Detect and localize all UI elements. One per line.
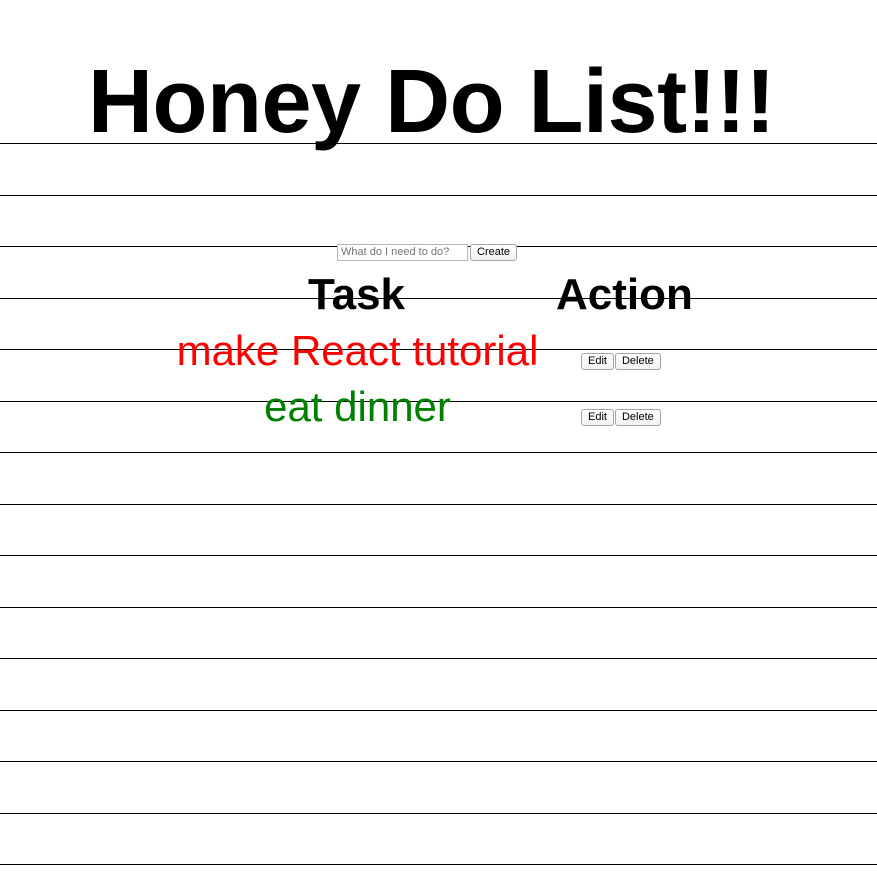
ruled-line xyxy=(0,607,877,608)
action-column-header: Action xyxy=(556,270,693,319)
edit-button[interactable]: Edit xyxy=(581,409,614,426)
ruled-line xyxy=(0,710,877,711)
ruled-line xyxy=(0,555,877,556)
ruled-line xyxy=(0,504,877,505)
ruled-line xyxy=(0,864,877,865)
task-column-header: Task xyxy=(308,270,406,319)
task-input[interactable] xyxy=(337,243,468,261)
edit-button[interactable]: Edit xyxy=(581,353,614,370)
row-actions: Edit Delete xyxy=(581,353,662,370)
task-row: make React tutorial Edit Delete xyxy=(0,326,877,376)
page-title: Honey Do List!!! xyxy=(88,52,775,152)
create-button[interactable]: Create xyxy=(470,243,518,261)
task-row: eat dinner Edit Delete xyxy=(0,382,877,432)
ruled-line xyxy=(0,195,877,196)
ruled-line xyxy=(0,298,877,299)
ruled-line xyxy=(0,813,877,814)
row-actions: Edit Delete xyxy=(581,409,662,426)
ruled-line xyxy=(0,452,877,453)
task-text: make React tutorial xyxy=(176,327,539,374)
ruled-line xyxy=(0,658,877,659)
create-task-form: Create xyxy=(337,243,518,261)
ruled-line xyxy=(0,761,877,762)
task-text: eat dinner xyxy=(264,383,451,430)
delete-button[interactable]: Delete xyxy=(614,353,661,370)
delete-button[interactable]: Delete xyxy=(614,409,661,426)
